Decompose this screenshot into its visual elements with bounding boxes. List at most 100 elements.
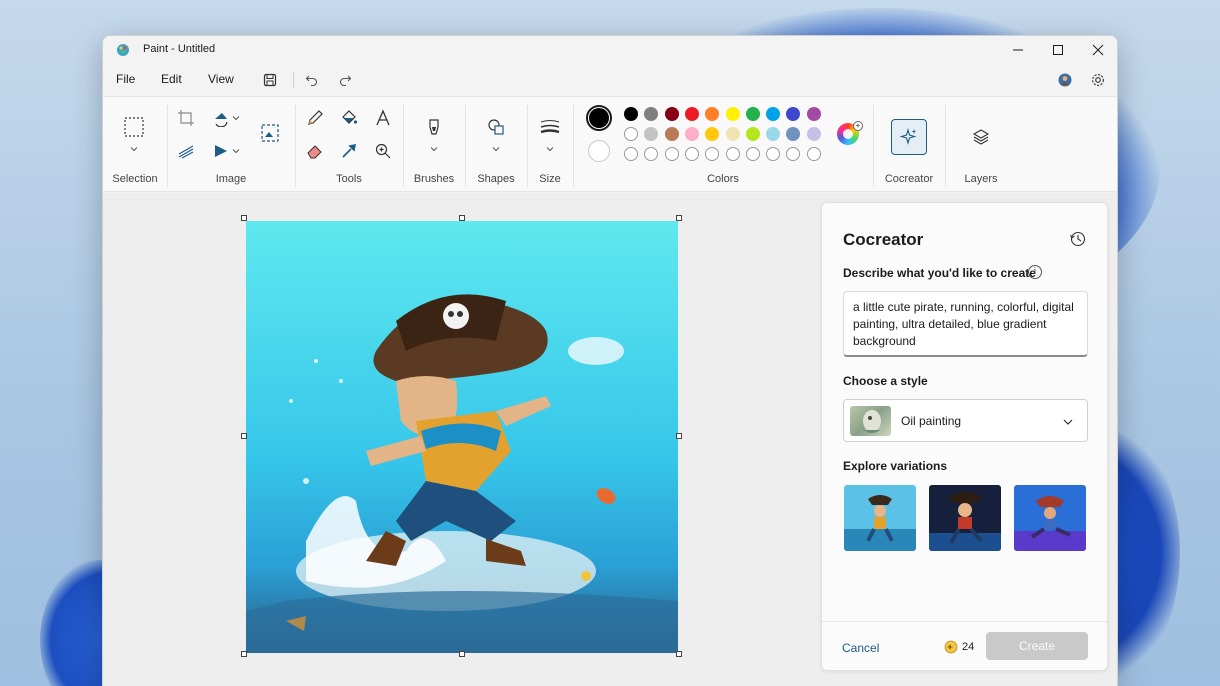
color-swatch[interactable] (766, 127, 781, 141)
color-swatch[interactable] (766, 107, 781, 121)
flip-tool[interactable] (210, 140, 232, 162)
color-swatch[interactable] (745, 127, 760, 141)
custom-color-slot[interactable] (664, 147, 679, 161)
resize-handle[interactable] (676, 651, 682, 657)
chevron-down-icon[interactable] (546, 145, 554, 153)
settings-button[interactable] (1089, 71, 1107, 89)
fill-tool[interactable] (338, 107, 360, 129)
custom-color-slot[interactable] (725, 147, 740, 161)
variation-image (844, 485, 916, 551)
menu-edit[interactable]: Edit (161, 72, 182, 86)
color-swatch[interactable] (786, 127, 801, 141)
menu-file[interactable]: File (116, 72, 135, 86)
text-icon (376, 109, 390, 126)
credits-icon (944, 640, 958, 654)
color-swatch[interactable] (725, 127, 740, 141)
resize-handle[interactable] (459, 651, 465, 657)
cocreator-button[interactable] (891, 119, 927, 155)
undo-button[interactable] (303, 71, 321, 89)
close-button[interactable] (1078, 36, 1117, 64)
color-swatch[interactable] (705, 107, 720, 121)
chevron-down-icon[interactable] (130, 145, 138, 153)
eraser-icon (307, 145, 322, 159)
resize-handle[interactable] (241, 651, 247, 657)
chevron-down-icon[interactable] (232, 147, 240, 155)
magnifier-tool[interactable] (372, 140, 394, 162)
brushes-tool[interactable] (423, 116, 445, 138)
secondary-color-swatch[interactable] (588, 140, 610, 162)
color-swatch[interactable] (644, 107, 659, 121)
primary-color-swatch[interactable] (586, 105, 612, 131)
custom-color-slot[interactable] (745, 147, 760, 161)
color-swatch[interactable] (786, 107, 801, 121)
chevron-down-icon[interactable] (232, 114, 240, 122)
create-button[interactable]: Create (986, 632, 1088, 660)
style-dropdown[interactable]: Oil painting (843, 399, 1088, 442)
layers-button[interactable] (970, 126, 992, 148)
custom-color-slot[interactable] (624, 147, 638, 161)
resize-tool[interactable] (175, 140, 197, 162)
group-label-shapes: Shapes (477, 173, 515, 185)
gear-icon (1092, 74, 1104, 86)
prompt-input[interactable]: a little cute pirate, running, colorful,… (843, 291, 1088, 357)
eraser-tool[interactable] (304, 140, 326, 162)
chevron-down-icon[interactable] (492, 145, 500, 153)
custom-color-slot[interactable] (806, 147, 821, 161)
color-swatch[interactable] (684, 107, 699, 121)
account-avatar[interactable] (1056, 71, 1074, 89)
size-tool[interactable] (539, 116, 561, 138)
resize-handle[interactable] (241, 215, 247, 221)
color-swatch[interactable] (664, 107, 679, 121)
resize-handle[interactable] (459, 215, 465, 221)
paint-app-icon (117, 44, 129, 56)
custom-color-slot[interactable] (644, 147, 659, 161)
describe-label: Describe what you'd like to create (843, 266, 1036, 280)
resize-handle[interactable] (676, 433, 682, 439)
cancel-button[interactable]: Cancel (842, 641, 879, 655)
chevron-down-icon[interactable] (430, 145, 438, 153)
color-swatch[interactable] (624, 127, 638, 141)
custom-color-slot[interactable] (705, 147, 720, 161)
group-label-brushes: Brushes (413, 173, 455, 185)
color-swatch[interactable] (664, 127, 679, 141)
redo-button[interactable] (336, 71, 354, 89)
minimize-button[interactable] (998, 36, 1038, 64)
background-removal-tool[interactable] (259, 122, 281, 144)
custom-color-slot[interactable] (684, 147, 699, 161)
rotate-tool[interactable] (210, 107, 232, 129)
save-button[interactable] (261, 71, 279, 89)
rotate-icon (215, 113, 228, 127)
history-icon[interactable] (1069, 230, 1087, 248)
crop-tool[interactable] (175, 107, 197, 129)
info-icon[interactable]: i (1028, 265, 1042, 279)
maximize-button[interactable] (1038, 36, 1078, 64)
pencil-tool[interactable] (304, 107, 326, 129)
variation-thumbnail[interactable] (1014, 485, 1086, 551)
layers-icon (972, 129, 990, 145)
menu-view[interactable]: View (208, 72, 234, 86)
panel-title: Cocreator (843, 230, 924, 249)
color-swatch[interactable] (806, 107, 821, 121)
text-tool[interactable] (372, 107, 394, 129)
selection-tool[interactable] (123, 116, 145, 138)
resize-handle[interactable] (241, 433, 247, 439)
custom-color-slot[interactable] (786, 147, 801, 161)
color-swatch[interactable] (705, 127, 720, 141)
variation-image (929, 485, 1001, 551)
resize-handle[interactable] (676, 215, 682, 221)
color-swatch[interactable] (624, 107, 638, 121)
crop-icon (178, 110, 194, 126)
color-swatch[interactable] (745, 107, 760, 121)
color-picker-tool[interactable] (338, 140, 360, 162)
color-swatch[interactable] (725, 107, 740, 121)
custom-color-slot[interactable] (766, 147, 781, 161)
color-swatch[interactable] (806, 127, 821, 141)
shapes-tool[interactable] (485, 116, 507, 138)
variation-thumbnail[interactable] (929, 485, 1001, 551)
canvas-image[interactable] (246, 221, 678, 653)
credits-count: 24 (962, 641, 975, 653)
color-swatch[interactable] (644, 127, 659, 141)
group-label-selection: Selection (112, 173, 158, 185)
variation-thumbnail[interactable] (844, 485, 916, 551)
color-swatch[interactable] (684, 127, 699, 141)
